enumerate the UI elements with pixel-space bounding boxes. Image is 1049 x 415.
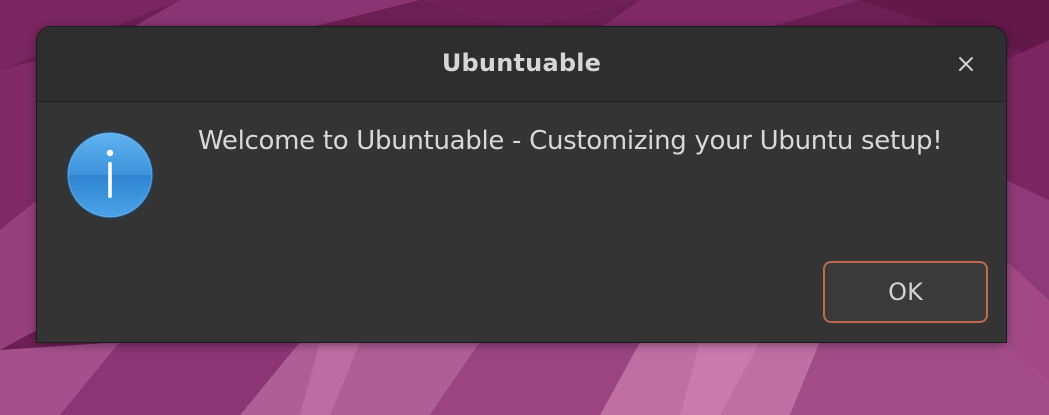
dialog-content: Welcome to Ubuntuable - Customizing your… <box>37 102 1006 342</box>
ok-button[interactable]: OK <box>823 261 988 323</box>
message-dialog: Ubuntuable Welcome to Ubuntuable - Custo… <box>37 27 1006 342</box>
dialog-title: Ubuntuable <box>441 49 602 77</box>
close-button[interactable] <box>951 49 981 79</box>
dialog-titlebar[interactable]: Ubuntuable <box>37 27 1006 102</box>
info-icon <box>66 131 154 219</box>
close-icon <box>959 57 973 71</box>
dialog-message: Welcome to Ubuntuable - Customizing your… <box>198 126 943 156</box>
